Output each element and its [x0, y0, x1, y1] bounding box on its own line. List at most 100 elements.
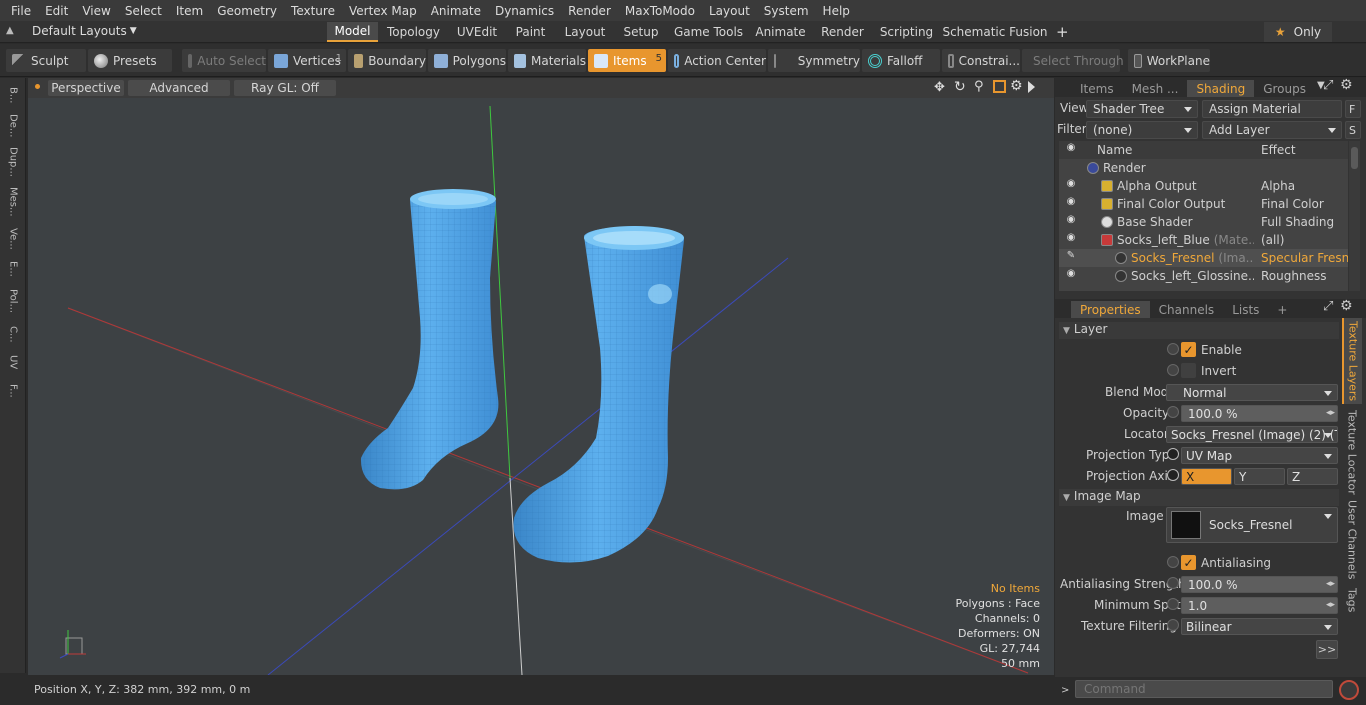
shading-tab-items[interactable]: Items — [1071, 80, 1123, 97]
layout-tab-uvedit[interactable]: UVEdit — [449, 22, 505, 42]
left-strip-tab-3[interactable]: Mes... — [0, 182, 26, 222]
tree-row-eye-icon[interactable]: ◉ — [1063, 178, 1079, 194]
tree-row-effect[interactable]: Full Shading — [1258, 215, 1348, 229]
image-dropdown[interactable]: Socks_Fresnel — [1166, 507, 1338, 543]
tree-row-effect[interactable]: (all) — [1258, 233, 1348, 247]
viewport-expand-icon[interactable] — [1028, 81, 1035, 93]
layout-tab-schematic-fusion[interactable]: Schematic Fusion — [940, 22, 1050, 42]
menu-item-maxtomodo[interactable]: MaxToModo — [618, 4, 702, 18]
side-tab-texture-layers[interactable]: Texture Layers — [1342, 318, 1362, 404]
constraints-button[interactable]: Constrai... — [942, 49, 1020, 72]
symmetry-button[interactable]: Symmetry — [768, 49, 860, 72]
menu-item-animate[interactable]: Animate — [424, 4, 488, 18]
enable-checkbox[interactable]: ✓ — [1181, 342, 1196, 357]
tree-row-eye-icon[interactable]: ◉ — [1063, 232, 1079, 248]
blend-mode-dropdown[interactable]: Normal — [1166, 384, 1338, 401]
menu-item-dynamics[interactable]: Dynamics — [488, 4, 561, 18]
viewport-gear-icon[interactable]: ⚙ — [1010, 78, 1023, 94]
left-strip-tab-6[interactable]: Pol... — [0, 284, 26, 318]
record-icon[interactable] — [1339, 680, 1359, 700]
materials-button[interactable]: Materials — [508, 49, 586, 72]
perspective-dropdown[interactable]: Perspective — [48, 80, 124, 96]
menu-item-help[interactable]: Help — [816, 4, 857, 18]
menu-item-view[interactable]: View — [75, 4, 117, 18]
default-layouts-dropdown[interactable]: Default Layouts ▼ — [32, 24, 137, 38]
add-layer-dropdown[interactable]: Add Layer — [1202, 121, 1342, 139]
zoom-icon[interactable]: ⚲ — [974, 79, 984, 94]
opacity-slider-icon[interactable]: ◂▸ — [1326, 408, 1335, 418]
s-button[interactable]: S — [1345, 121, 1361, 139]
prop-tab-lists[interactable]: Lists — [1223, 301, 1268, 318]
aa-strength-slider-icon[interactable]: ◂▸ — [1326, 579, 1335, 589]
menu-item-vertex-map[interactable]: Vertex Map — [342, 4, 424, 18]
advanced-dropdown[interactable]: Advanced — [128, 80, 230, 96]
left-strip-tab-9[interactable]: F... — [0, 376, 26, 406]
left-strip-tab-5[interactable]: E... — [0, 256, 26, 282]
fit-icon[interactable] — [993, 80, 1006, 93]
menu-item-edit[interactable]: Edit — [38, 4, 75, 18]
add-tab-icon[interactable]: + — [1056, 23, 1069, 41]
shading-tab-groups[interactable]: Groups — [1254, 80, 1315, 97]
min-spot-field[interactable]: 1.0 ◂▸ — [1181, 597, 1338, 614]
tree-row-effect[interactable]: Roughness — [1258, 269, 1348, 283]
axis-x-button[interactable]: X — [1181, 468, 1232, 485]
antialiasing-checkbox[interactable]: ✓ — [1181, 555, 1196, 570]
tree-scrollbar[interactable] — [1349, 141, 1360, 291]
layout-tab-paint[interactable]: Paint — [505, 22, 556, 42]
tree-row-socks-fresnel[interactable]: ✎ Socks_Fresnel(Ima... Specular Fresn... — [1059, 249, 1348, 267]
prop-tab-properties[interactable]: Properties — [1071, 301, 1150, 318]
locator-dropdown[interactable]: Socks_Fresnel (Image) (2) (T ... — [1166, 426, 1338, 443]
panel-expand-icon[interactable]: ⤢ — [1323, 78, 1333, 93]
falloff-button[interactable]: Falloff — [862, 49, 940, 72]
opacity-field[interactable]: 100.0 % ◂▸ — [1181, 405, 1338, 422]
projection-type-dropdown[interactable]: UV Map — [1181, 447, 1338, 464]
left-strip-tab-0[interactable]: B... — [0, 82, 26, 108]
f-button[interactable]: F — [1345, 100, 1361, 118]
shading-tab-mesh[interactable]: Mesh ... — [1123, 80, 1188, 97]
tree-row-alpha-output[interactable]: ◉ Alpha Output Alpha — [1059, 177, 1348, 195]
shading-tab-shading[interactable]: Shading — [1187, 80, 1255, 97]
invert-checkbox[interactable] — [1181, 363, 1196, 378]
presets-button[interactable]: Presets — [88, 49, 172, 72]
axis-z-button[interactable]: Z — [1287, 468, 1338, 485]
filter-dropdown[interactable]: (none) — [1086, 121, 1198, 139]
tree-row-effect[interactable]: Alpha — [1258, 179, 1348, 193]
side-tab-user-channels[interactable]: User Channels — [1342, 498, 1362, 582]
prop-tab-add-icon[interactable]: + — [1268, 301, 1296, 318]
layout-tab-render[interactable]: Render — [812, 22, 873, 42]
tree-row-eye-icon[interactable]: ◉ — [1063, 268, 1079, 284]
tree-row-socks-left-blue[interactable]: ◉ Socks_left_Blue(Mate... (all) — [1059, 231, 1348, 249]
menu-item-file[interactable]: File — [4, 4, 38, 18]
side-tab-tags[interactable]: Tags — [1342, 584, 1362, 616]
boundary-button[interactable]: Boundary — [348, 49, 426, 72]
tree-row-brush-icon[interactable]: ✎ — [1063, 250, 1079, 266]
tree-row-socks-left-glossine[interactable]: ◉ Socks_left_Glossine... Roughness — [1059, 267, 1348, 285]
items-button[interactable]: Items 5 — [588, 49, 666, 72]
raygl-dropdown[interactable]: Ray GL: Off — [234, 80, 336, 96]
layer-section[interactable]: ▼ Layer — [1059, 322, 1339, 339]
tree-row-effect[interactable]: Final Color — [1258, 197, 1348, 211]
polygons-button[interactable]: Polygons — [428, 49, 506, 72]
menu-item-texture[interactable]: Texture — [284, 4, 342, 18]
left-strip-tab-1[interactable]: De... — [0, 110, 26, 142]
vertices-button[interactable]: Vertices 1 — [268, 49, 346, 72]
layout-tab-layout[interactable]: Layout — [556, 22, 614, 42]
left-strip-tab-4[interactable]: Ve... — [0, 224, 26, 254]
panel-gear-icon[interactable]: ⚙ — [1340, 77, 1353, 93]
action-center-button[interactable]: Action Center — [668, 49, 766, 72]
menu-item-item[interactable]: Item — [169, 4, 210, 18]
menu-item-geometry[interactable]: Geometry — [210, 4, 284, 18]
layout-tab-topology[interactable]: Topology — [378, 22, 449, 42]
tree-row-eye-icon[interactable]: ◉ — [1063, 196, 1079, 212]
layout-tab-game-tools[interactable]: Game Tools — [668, 22, 749, 42]
tree-row-eye-icon[interactable] — [1063, 160, 1079, 176]
layout-tab-animate[interactable]: Animate — [749, 22, 812, 42]
layout-tab-model[interactable]: Model — [327, 22, 378, 42]
aa-strength-field[interactable]: 100.0 % ◂▸ — [1181, 576, 1338, 593]
axis-y-button[interactable]: Y — [1234, 468, 1285, 485]
rotate-icon[interactable]: ↻ — [954, 79, 966, 95]
menu-item-select[interactable]: Select — [118, 4, 169, 18]
side-tab-texture-locator[interactable]: Texture Locator — [1342, 408, 1362, 496]
tree-row-final-color-output[interactable]: ◉ Final Color Output Final Color — [1059, 195, 1348, 213]
left-strip-tab-7[interactable]: C... — [0, 320, 26, 348]
